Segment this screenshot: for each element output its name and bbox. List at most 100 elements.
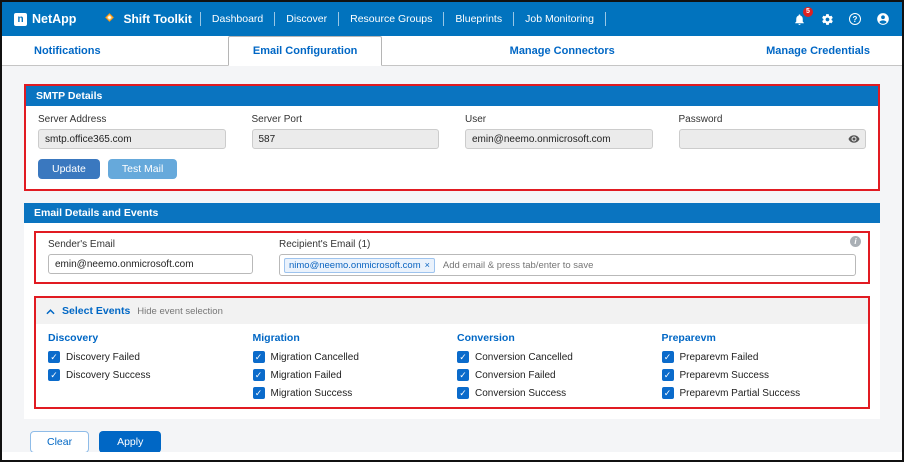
nav-item-discover[interactable]: Discover xyxy=(275,12,339,26)
checkbox[interactable] xyxy=(48,351,60,363)
nav-item-job-monitoring[interactable]: Job Monitoring xyxy=(514,12,606,26)
server-address-field-group: Server Address xyxy=(38,114,226,149)
server-port-field-group: Server Port xyxy=(252,114,440,149)
select-events-label: Select Events xyxy=(62,305,130,317)
help-icon[interactable] xyxy=(849,13,861,25)
bell-icon[interactable]: 5 xyxy=(793,13,806,26)
sender-email-group: Sender's Email xyxy=(48,239,253,276)
event-label: Migration Success xyxy=(271,388,353,399)
password-input[interactable] xyxy=(679,129,867,149)
column-title: Preparevm xyxy=(662,332,857,344)
event-label: Migration Cancelled xyxy=(271,352,359,363)
checkbox[interactable] xyxy=(662,369,674,381)
server-port-input[interactable] xyxy=(252,129,440,149)
chevron-up-icon xyxy=(46,302,55,320)
shift-toolkit-window: n NetApp Shift Toolkit Dashboard Discove… xyxy=(0,0,904,462)
user-field-group: User xyxy=(465,114,653,149)
apply-button[interactable]: Apply xyxy=(99,431,161,452)
tab-manage-credentials[interactable]: Manage Credentials xyxy=(742,36,894,65)
checkbox[interactable] xyxy=(253,387,265,399)
email-addresses-box: Sender's Email Recipient's Email (1) nim… xyxy=(34,231,870,284)
select-events-toggle[interactable]: Select Events Hide event selection xyxy=(36,298,868,324)
tab-email-configuration[interactable]: Email Configuration xyxy=(228,36,383,66)
events-column-conversion: Conversion Conversion Cancelled Conversi… xyxy=(457,332,652,405)
event-label: Discovery Failed xyxy=(66,352,140,363)
smtp-section: SMTP Details Server Address Server Port … xyxy=(24,84,880,191)
select-events-hint: Hide event selection xyxy=(137,306,223,317)
checkbox[interactable] xyxy=(457,369,469,381)
event-item: Conversion Failed xyxy=(457,369,652,381)
event-label: Conversion Success xyxy=(475,388,566,399)
sender-email-label: Sender's Email xyxy=(48,239,253,250)
netapp-brand[interactable]: n NetApp xyxy=(14,12,76,26)
server-address-label: Server Address xyxy=(38,114,226,125)
event-item: Discovery Failed xyxy=(48,351,243,363)
checkbox[interactable] xyxy=(457,351,469,363)
info-circle-icon[interactable] xyxy=(850,236,861,247)
recipient-tag: nimo@neemo.onmicrosoft.com × xyxy=(284,258,435,273)
test-mail-button[interactable]: Test Mail xyxy=(108,159,177,179)
checkbox[interactable] xyxy=(457,387,469,399)
update-button[interactable]: Update xyxy=(38,159,100,179)
footer-actions: Clear Apply xyxy=(30,431,880,452)
tab-notifications[interactable]: Notifications xyxy=(10,36,125,65)
sender-email-input[interactable] xyxy=(48,254,253,274)
clear-button[interactable]: Clear xyxy=(30,431,89,452)
checkbox[interactable] xyxy=(662,387,674,399)
checkbox[interactable] xyxy=(253,351,265,363)
events-column-preparevm: Preparevm Preparevm Failed Preparevm Suc… xyxy=(662,332,857,405)
column-title: Discovery xyxy=(48,332,243,344)
smtp-section-title: SMTP Details xyxy=(26,86,878,106)
event-item: Preparevm Partial Success xyxy=(662,387,857,399)
recipient-email-label: Recipient's Email (1) xyxy=(279,239,856,250)
question-circle-icon xyxy=(849,13,861,25)
eye-icon[interactable] xyxy=(848,133,860,145)
event-item: Conversion Cancelled xyxy=(457,351,652,363)
event-item: Migration Cancelled xyxy=(253,351,448,363)
user-input[interactable] xyxy=(465,129,653,149)
recipient-tag-text: nimo@neemo.onmicrosoft.com xyxy=(289,260,421,271)
nav-item-blueprints[interactable]: Blueprints xyxy=(444,12,514,26)
event-label: Conversion Failed xyxy=(475,370,556,381)
column-title: Conversion xyxy=(457,332,652,344)
top-navbar: n NetApp Shift Toolkit Dashboard Discove… xyxy=(2,2,902,36)
events-column-migration: Migration Migration Cancelled Migration … xyxy=(253,332,448,405)
app-title-group: Shift Toolkit xyxy=(102,10,191,28)
email-details-section: Email Details and Events Sender's Email … xyxy=(24,203,880,419)
column-title: Migration xyxy=(253,332,448,344)
netapp-logo-icon: n xyxy=(14,13,27,26)
tab-manage-connectors[interactable]: Manage Connectors xyxy=(486,36,639,65)
nav-item-dashboard[interactable]: Dashboard xyxy=(201,12,275,26)
navbar-actions: 5 xyxy=(793,12,890,26)
password-field-group: Password xyxy=(679,114,867,149)
event-label: Migration Failed xyxy=(271,370,342,381)
checkbox[interactable] xyxy=(253,369,265,381)
checkbox[interactable] xyxy=(48,369,60,381)
event-label: Preparevm Partial Success xyxy=(680,388,801,399)
recipient-tag-box[interactable]: nimo@neemo.onmicrosoft.com × xyxy=(279,254,856,276)
server-address-input[interactable] xyxy=(38,129,226,149)
close-icon[interactable]: × xyxy=(425,261,430,270)
recipient-email-input[interactable] xyxy=(441,259,851,272)
account-icon[interactable] xyxy=(876,12,890,26)
events-column-discovery: Discovery Discovery Failed Discovery Suc… xyxy=(48,332,243,405)
event-label: Conversion Cancelled xyxy=(475,352,573,363)
select-events-box: Select Events Hide event selection Disco… xyxy=(34,296,870,409)
recipient-email-group: Recipient's Email (1) nimo@neemo.onmicro… xyxy=(279,239,856,276)
event-label: Preparevm Failed xyxy=(680,352,759,363)
email-details-title: Email Details and Events xyxy=(24,203,880,223)
event-item: Migration Success xyxy=(253,387,448,399)
email-configuration-page: SMTP Details Server Address Server Port … xyxy=(2,66,902,452)
checkbox[interactable] xyxy=(662,351,674,363)
user-label: User xyxy=(465,114,653,125)
nav-item-resource-groups[interactable]: Resource Groups xyxy=(339,12,444,26)
tab-bar: Notifications Email Configuration Manage… xyxy=(2,36,902,66)
gear-icon[interactable] xyxy=(821,13,834,26)
event-label: Discovery Success xyxy=(66,370,150,381)
notification-badge: 5 xyxy=(803,7,813,17)
shift-toolkit-icon xyxy=(102,10,117,28)
password-label: Password xyxy=(679,114,867,125)
event-item: Migration Failed xyxy=(253,369,448,381)
smtp-body: Server Address Server Port User Password xyxy=(26,106,878,189)
events-grid: Discovery Discovery Failed Discovery Suc… xyxy=(36,324,868,407)
